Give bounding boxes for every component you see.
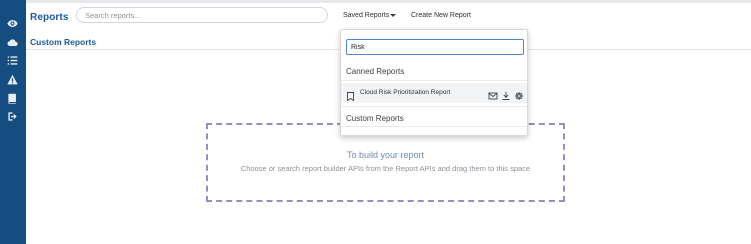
report-name: Cloud Risk Prioritization Report (360, 89, 451, 96)
canned-reports-heading: Canned Reports (346, 67, 405, 76)
create-new-report-link[interactable]: Create New Report (411, 12, 471, 19)
section-title: Custom Reports (30, 37, 97, 47)
dropdown-search-input[interactable] (346, 39, 524, 55)
gear-icon[interactable] (514, 88, 524, 100)
search-input[interactable] (76, 7, 328, 23)
logout-icon[interactable] (6, 110, 19, 123)
eye-icon[interactable] (6, 17, 19, 30)
chevron-down-icon[interactable] (390, 14, 396, 17)
saved-reports-dropdown: Canned Reports Cloud Risk Prioritization… (340, 29, 528, 136)
divider (341, 80, 527, 81)
warning-icon[interactable] (6, 73, 19, 86)
drop-zone-title: To build your report (346, 150, 425, 160)
cloud-icon[interactable] (6, 36, 19, 49)
divider (341, 106, 527, 107)
book-icon[interactable] (6, 92, 19, 105)
divider (341, 126, 527, 127)
drop-zone-instructions: Choose or search report builder APIs fro… (240, 164, 531, 173)
saved-reports-menu[interactable]: Saved Reports (343, 12, 389, 19)
list-item[interactable]: Cloud Risk Prioritization Report (341, 83, 527, 103)
page-title: Reports (30, 12, 69, 23)
custom-reports-heading: Custom Reports (346, 114, 404, 123)
header-bar: Reports Saved Reports Create New Report (26, 3, 751, 31)
list-icon[interactable] (6, 54, 19, 67)
sidebar (0, 0, 26, 244)
email-icon[interactable] (488, 88, 498, 100)
download-icon[interactable] (501, 88, 511, 100)
bookmark-icon[interactable] (347, 88, 354, 102)
